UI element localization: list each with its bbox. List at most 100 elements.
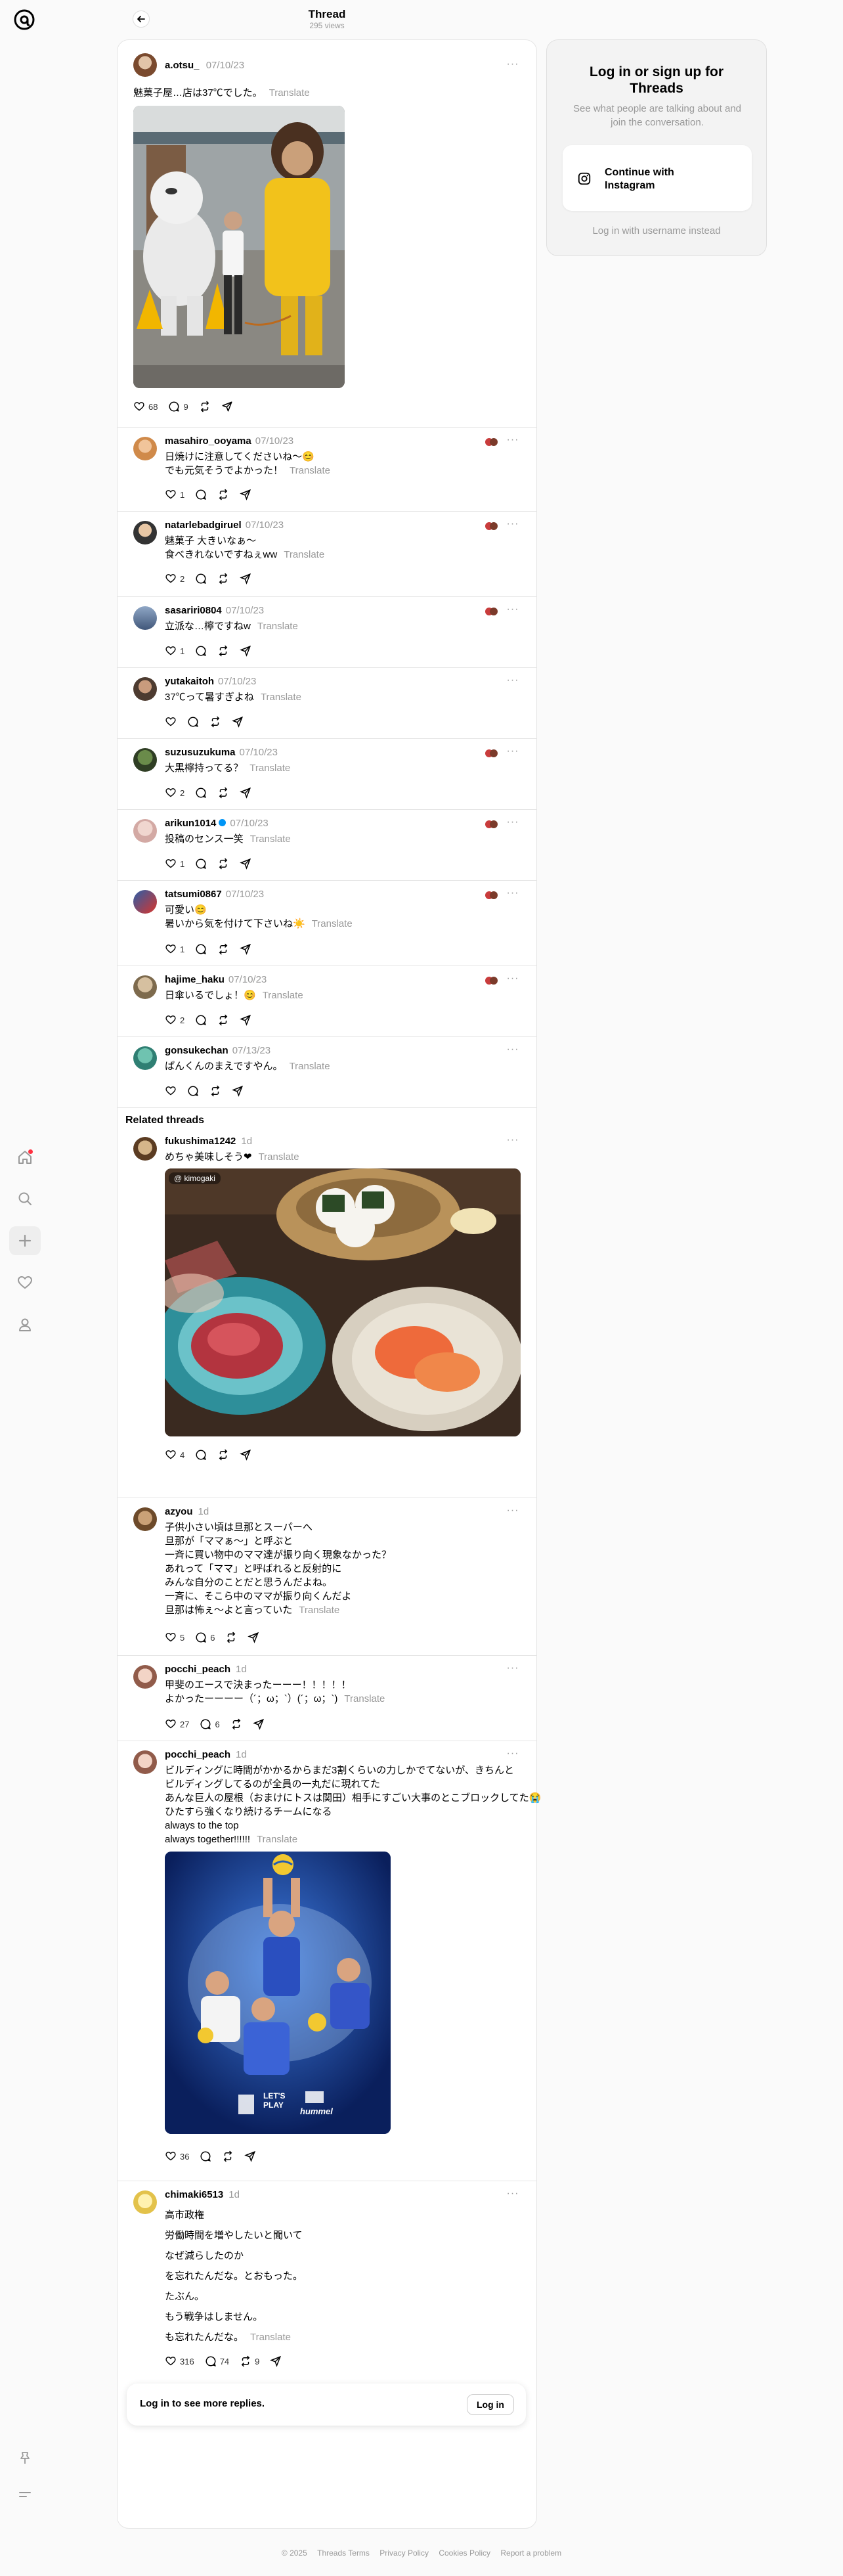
continue-with-instagram-button[interactable]: Continue with Instagram — [563, 145, 752, 211]
repost-button[interactable] — [225, 1632, 237, 1643]
translate-link[interactable]: Translate — [284, 549, 324, 560]
more-options-button[interactable]: ··· — [505, 745, 521, 757]
post-date[interactable]: 07/13/23 — [232, 1045, 270, 1056]
repost-button[interactable] — [222, 2150, 234, 2162]
username[interactable]: suzusuzukuma — [165, 747, 236, 758]
username[interactable]: azyou — [165, 1506, 193, 1517]
avatar[interactable] — [133, 521, 157, 544]
like-button[interactable]: 5 — [165, 1632, 184, 1643]
share-button[interactable] — [240, 858, 251, 870]
username[interactable]: hajime_haku — [165, 974, 225, 985]
comment-button[interactable]: 6 — [195, 1632, 215, 1643]
repost-button[interactable] — [217, 858, 229, 870]
post-photo[interactable]: LET'S PLAY hummel — [165, 1852, 391, 2134]
username[interactable]: tatsumi0867 — [165, 889, 222, 900]
comment-button[interactable] — [195, 573, 207, 585]
avatar[interactable] — [133, 1750, 157, 1774]
repost-button[interactable] — [217, 943, 229, 955]
more-options-button[interactable]: ··· — [505, 1044, 521, 1055]
username[interactable]: a.otsu_ — [165, 60, 200, 71]
username[interactable]: sasariri0804 — [165, 605, 222, 616]
more-options-button[interactable]: ··· — [505, 604, 521, 615]
avatar[interactable] — [133, 53, 157, 77]
post-date[interactable]: 1d — [241, 1136, 252, 1147]
post-date[interactable]: 07/10/23 — [226, 889, 264, 900]
comment-button[interactable] — [195, 489, 207, 500]
repost-button[interactable] — [209, 716, 221, 728]
comment-button[interactable] — [195, 943, 207, 955]
repost-button[interactable] — [230, 1718, 242, 1730]
translate-link[interactable]: Translate — [312, 918, 353, 929]
repost-button[interactable]: 9 — [240, 2355, 259, 2367]
post-date[interactable]: 1d — [236, 1664, 247, 1675]
cookies-link[interactable]: Cookies Policy — [439, 2548, 490, 2558]
share-button[interactable] — [221, 401, 233, 412]
like-button[interactable]: 4 — [165, 1449, 184, 1461]
more-options-button[interactable]: ··· — [505, 675, 521, 686]
share-button[interactable] — [232, 716, 244, 728]
translate-link[interactable]: Translate — [249, 763, 290, 774]
post-date[interactable]: 07/10/23 — [228, 974, 267, 985]
repost-button[interactable] — [217, 1014, 229, 1026]
share-button[interactable] — [240, 573, 251, 585]
search-nav-button[interactable] — [9, 1184, 41, 1213]
more-options-button[interactable]: ··· — [505, 1134, 521, 1146]
more-options-button[interactable]: ··· — [505, 1662, 521, 1674]
translate-link[interactable]: Translate — [257, 1834, 297, 1845]
like-button[interactable]: 1 — [165, 943, 184, 955]
translate-link[interactable]: Translate — [290, 1061, 330, 1072]
avatar[interactable] — [133, 890, 157, 914]
translate-link[interactable]: Translate — [344, 1693, 385, 1704]
more-options-button[interactable]: ··· — [505, 1748, 521, 1760]
share-button[interactable] — [240, 489, 251, 500]
avatar[interactable] — [133, 1665, 157, 1689]
privacy-link[interactable]: Privacy Policy — [379, 2548, 429, 2558]
comment-button[interactable] — [195, 1014, 207, 1026]
more-options-button[interactable]: ··· — [505, 816, 521, 828]
translate-link[interactable]: Translate — [299, 1605, 339, 1616]
username[interactable]: pocchi_peach — [165, 1749, 230, 1760]
avatar[interactable] — [133, 2190, 157, 2214]
share-button[interactable] — [248, 1632, 259, 1643]
like-button[interactable]: 68 — [133, 401, 158, 412]
home-nav-button[interactable] — [9, 1143, 41, 1172]
share-button[interactable] — [240, 1449, 251, 1461]
repost-button[interactable] — [217, 787, 229, 799]
like-button[interactable]: 2 — [165, 1014, 184, 1026]
username[interactable]: pocchi_peach — [165, 1664, 230, 1675]
comment-button[interactable] — [195, 645, 207, 657]
activity-nav-button[interactable] — [9, 1268, 41, 1297]
avatar[interactable] — [133, 606, 157, 630]
share-button[interactable] — [252, 1718, 265, 1730]
more-options-button[interactable]: ··· — [505, 973, 521, 985]
translate-link[interactable]: Translate — [250, 2332, 291, 2343]
share-button[interactable] — [244, 2150, 256, 2162]
image-tag[interactable]: @ kimogaki — [169, 1172, 221, 1184]
post-date[interactable]: 1d — [236, 1749, 247, 1760]
translate-link[interactable]: Translate — [257, 621, 298, 632]
comment-button[interactable] — [195, 1449, 207, 1461]
menu-nav-button[interactable] — [9, 2480, 41, 2509]
profile-nav-button[interactable] — [9, 1310, 41, 1339]
comment-button[interactable]: 9 — [168, 401, 188, 412]
like-button[interactable]: 2 — [165, 573, 184, 585]
share-button[interactable] — [240, 1014, 251, 1026]
pin-nav-button[interactable] — [9, 2443, 41, 2472]
post-date[interactable]: 07/10/23 — [230, 818, 268, 829]
like-button[interactable]: 316 — [165, 2355, 194, 2367]
avatar[interactable] — [133, 975, 157, 999]
username[interactable]: arikun1014 — [165, 818, 216, 829]
avatar[interactable] — [133, 437, 157, 460]
avatar[interactable] — [133, 1507, 157, 1531]
post-photo[interactable] — [133, 106, 345, 388]
username[interactable]: fukushima1242 — [165, 1136, 236, 1147]
comment-button[interactable] — [187, 1085, 199, 1097]
terms-link[interactable]: Threads Terms — [317, 2548, 370, 2558]
comment-button[interactable] — [195, 787, 207, 799]
translate-link[interactable]: Translate — [263, 990, 303, 1001]
create-nav-button[interactable] — [9, 1226, 41, 1255]
report-problem-link[interactable]: Report a problem — [500, 2548, 561, 2558]
like-button[interactable]: 27 — [165, 1718, 189, 1730]
post-date[interactable]: 07/10/23 — [218, 676, 256, 687]
more-options-button[interactable]: ··· — [505, 518, 521, 530]
